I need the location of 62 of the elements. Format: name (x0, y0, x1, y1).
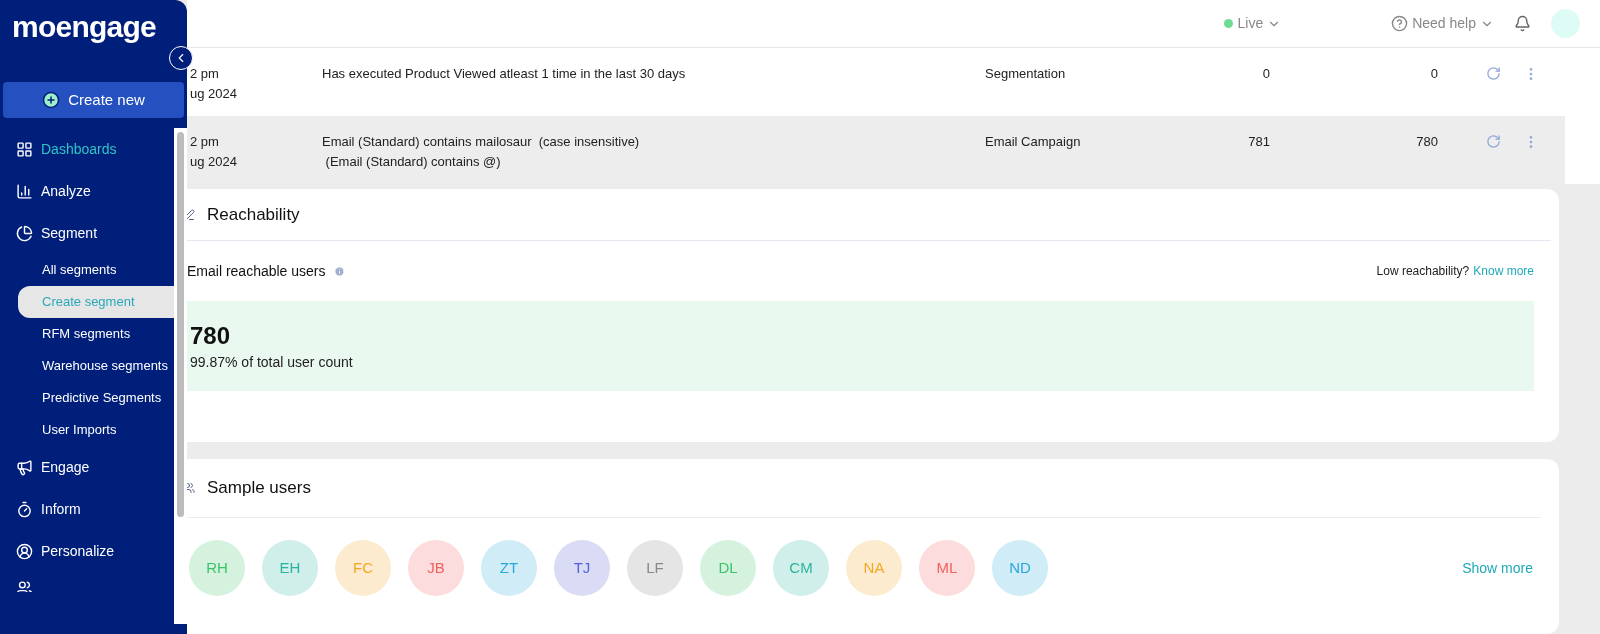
bell-icon[interactable] (1514, 15, 1531, 32)
user-avatar[interactable]: JB (408, 540, 464, 596)
table-cell-text: 2 pm (190, 65, 220, 83)
table-row[interactable]: 2 pm ug 2024 Email (Standard) contains mailosaur (case insensitive) (Email (Standard) contains @) Email Campaign 781 780 (187, 116, 1565, 184)
nav-item[interactable]: Analyze (0, 170, 174, 212)
user-share: 99.87% of total user count (190, 352, 354, 372)
user-avatar[interactable]: EH (262, 540, 318, 596)
hint-text: Low reachability? (1376, 263, 1470, 280)
refresh-icon[interactable] (1486, 66, 1501, 81)
show-more-link[interactable]: Show more (1462, 557, 1533, 579)
nav-subitem[interactable]: RFM segments (18, 318, 174, 350)
info-icon (333, 265, 345, 277)
logo: moengage (11, 9, 158, 42)
megaphone-icon (16, 458, 33, 476)
table-cell-text: Has executed Product Viewed atleast 1 time in the last 30 days (322, 65, 687, 83)
know-more-link[interactable]: Know more (1473, 262, 1534, 280)
table-cell-text: 781 (1247, 133, 1270, 151)
plus-icon (42, 91, 61, 109)
table-cell-text: Email Campaign (985, 133, 1082, 151)
create-new-button[interactable]: Create new (3, 82, 184, 118)
table-cell-text: 0 (1429, 65, 1438, 83)
user-avatar[interactable]: RH (189, 540, 245, 596)
environment-dropdown[interactable]: Live (1224, 13, 1282, 34)
nav-item[interactable]: Engage (0, 446, 174, 488)
user-avatar[interactable]: ND (992, 540, 1048, 596)
stopwatch-icon (16, 500, 33, 518)
person-target-icon (16, 542, 33, 560)
user-avatar[interactable]: CM (773, 540, 829, 596)
nav-item[interactable]: Dashboards (0, 128, 174, 170)
user-avatar[interactable]: LF (627, 540, 683, 596)
table-cell-text: 0 (1261, 65, 1270, 83)
grid-icon (16, 140, 33, 158)
refresh-icon[interactable] (1486, 134, 1501, 149)
bar-chart-icon (16, 182, 33, 200)
nav-subitem[interactable]: All segments (18, 254, 174, 286)
user-avatar[interactable]: TJ (554, 540, 610, 596)
table-cell-text: ug 2024 (190, 85, 238, 103)
card-title: Sample users (207, 477, 311, 500)
pie-chart-icon (16, 224, 33, 242)
user-avatar[interactable]: ZT (481, 540, 537, 596)
table-cell-text: Email (Standard) contains mailosaur (case insensitive) (322, 133, 641, 151)
nav-item[interactable]: Personalize (0, 530, 174, 572)
nav-subitem[interactable]: Warehouse segments (18, 350, 174, 382)
user-avatar[interactable]: ML (919, 540, 975, 596)
collapse-button[interactable] (169, 46, 193, 70)
user-count: 780 (190, 320, 232, 351)
nav-item[interactable]: Segment (0, 212, 174, 254)
section-label: Email reachable users (187, 261, 326, 281)
table-cell-text: (Email (Standard) contains @) (324, 153, 502, 171)
nav-subitem[interactable]: Create segment (18, 286, 174, 318)
user-avatar[interactable]: DL (700, 540, 756, 596)
nav-subitem[interactable]: User Imports (18, 414, 174, 446)
help-icon (1391, 15, 1409, 32)
table-cell-text: 2 pm (190, 133, 220, 151)
nav-item[interactable]: Inform (0, 488, 174, 530)
table-cell-text: 780 (1415, 133, 1438, 151)
table-cell-text: Segmentation (985, 65, 1067, 83)
card-title: Reachability (207, 203, 300, 226)
table-cell-text: ug 2024 (190, 153, 238, 171)
nav-subitem[interactable]: Predictive Segments (18, 382, 174, 414)
help-dropdown[interactable]: Need help (1391, 13, 1494, 34)
scrollbar[interactable] (174, 128, 187, 624)
